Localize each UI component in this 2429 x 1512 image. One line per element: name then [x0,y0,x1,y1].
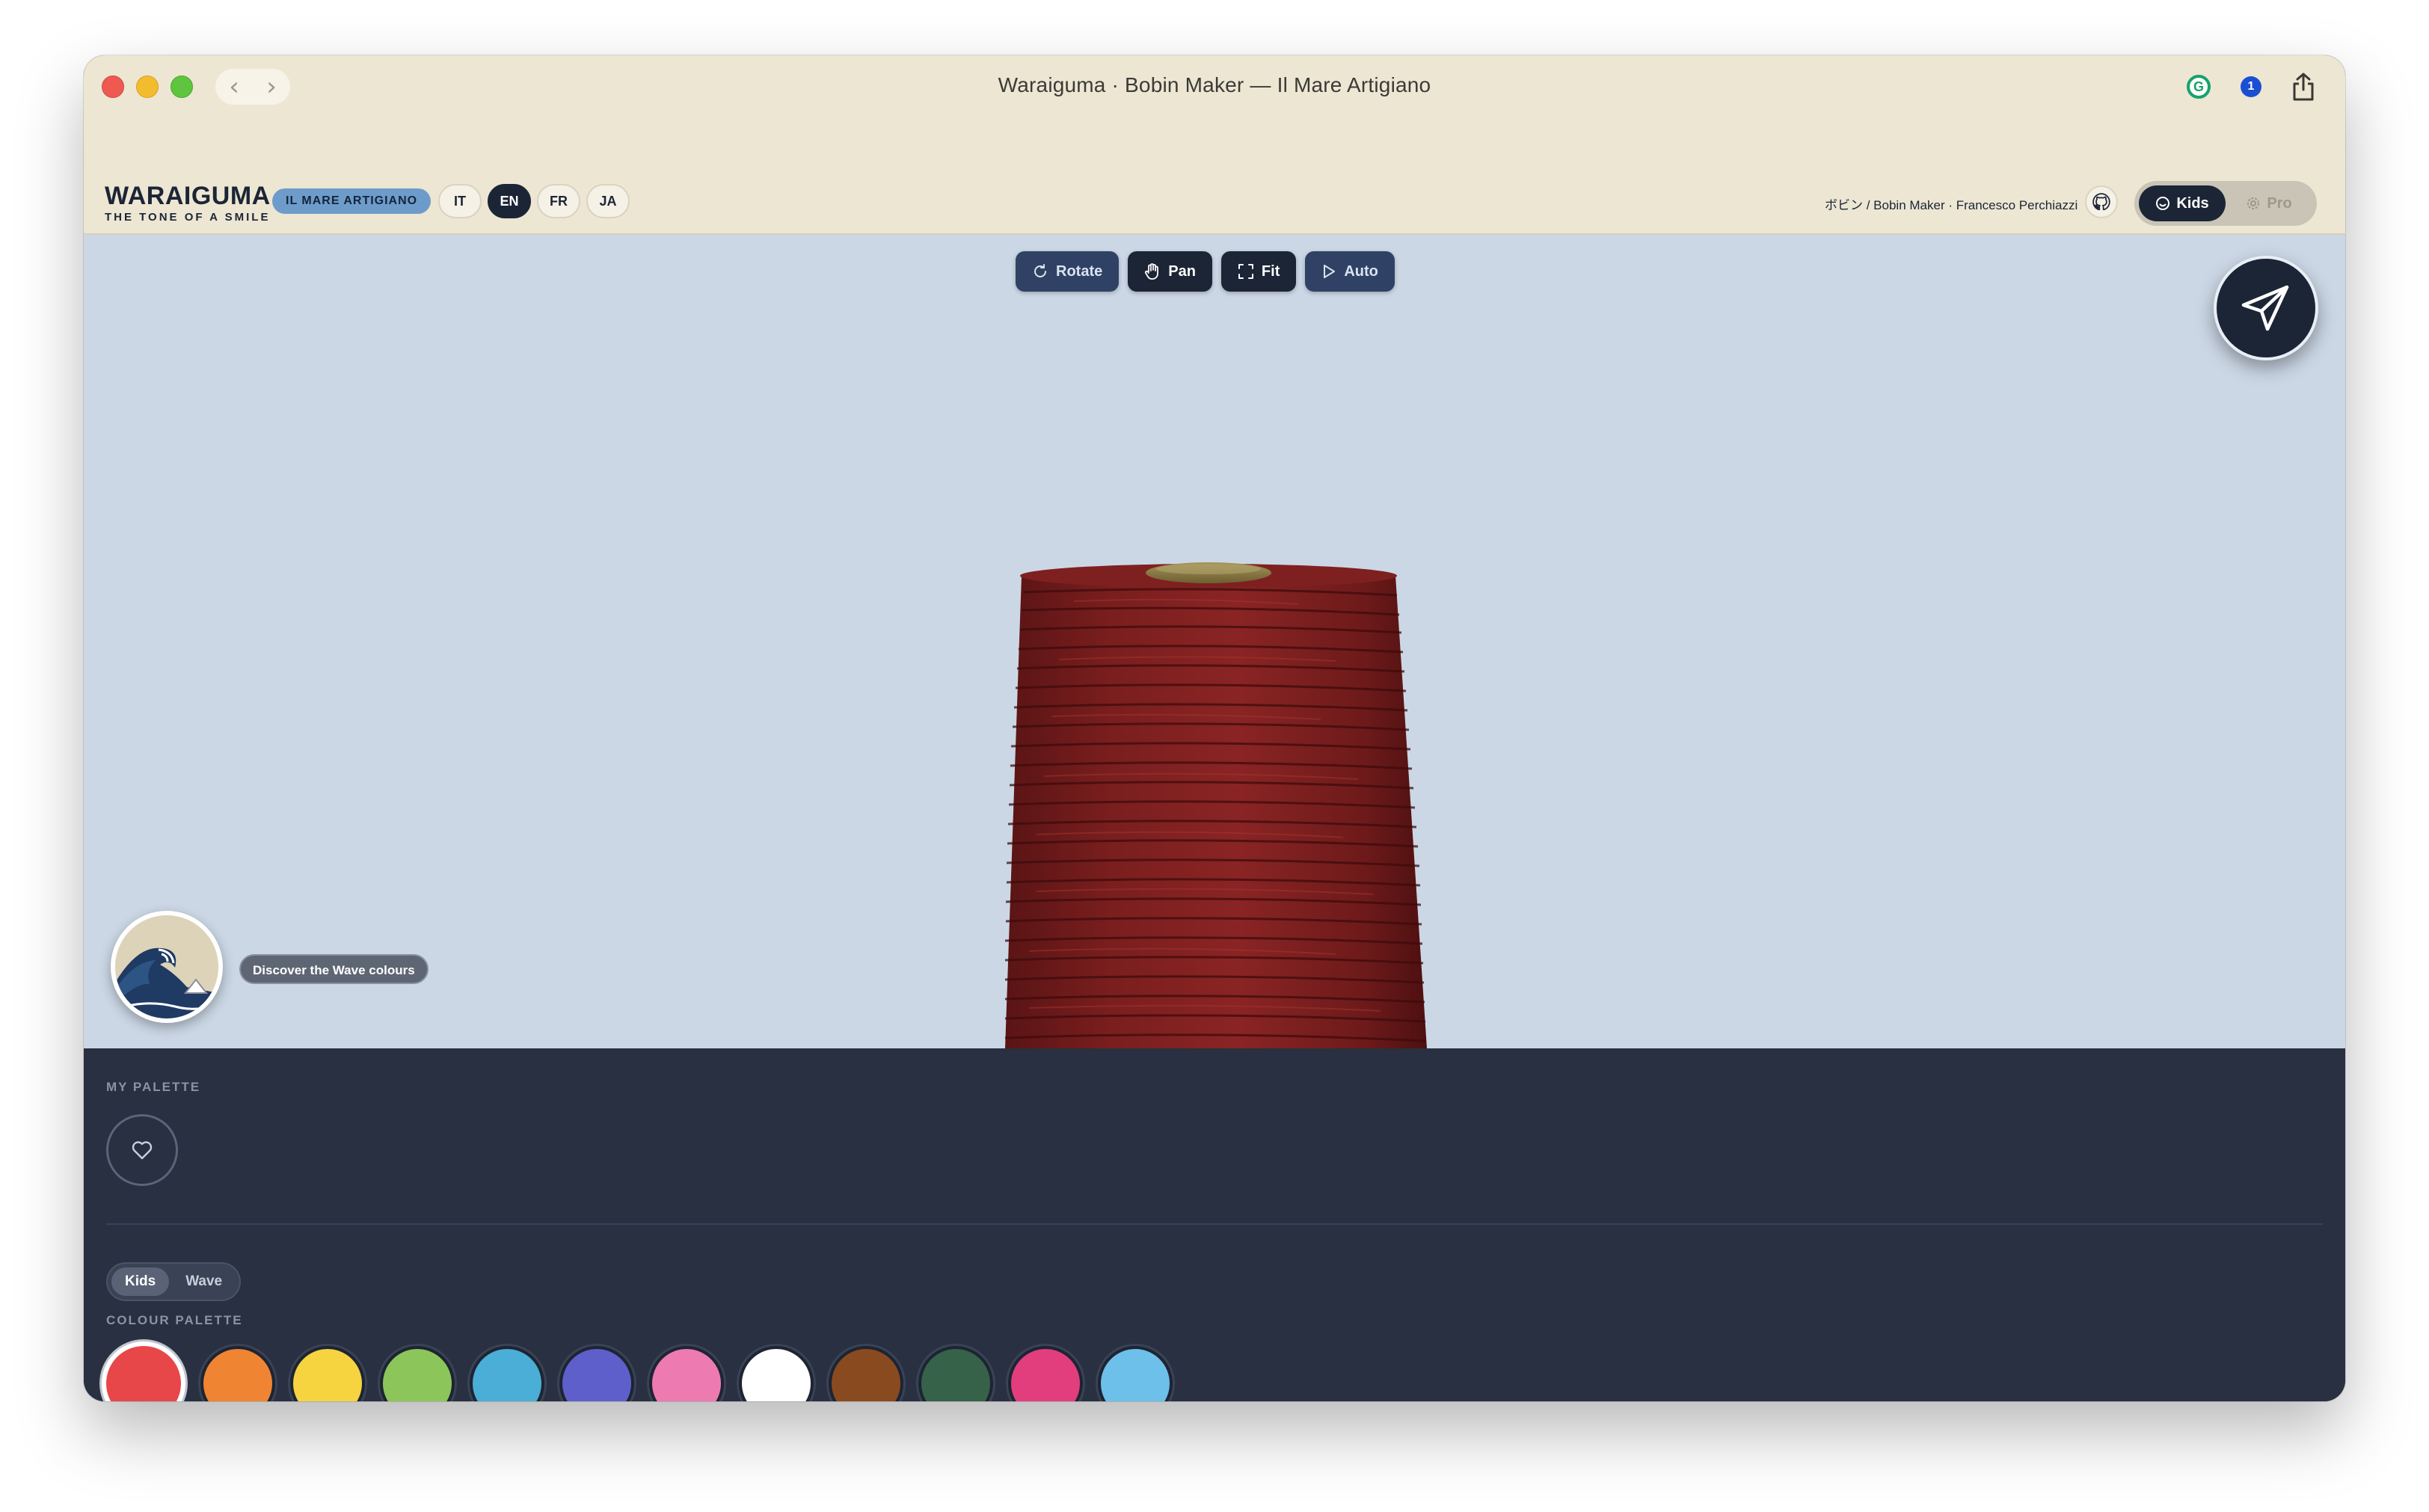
smile-icon [2156,197,2170,210]
share-icon [2293,73,2314,101]
window-title: Waraiguma · Bobin Maker — Il Mare Artigi… [998,73,1431,96]
auto-rotate-button[interactable]: Auto [1305,251,1395,292]
brand-logo[interactable]: WARAIGUMA THE TONE OF A SMILE [105,182,271,224]
grammarly-icon: G [2187,75,2211,99]
rotate-button[interactable]: Rotate [1016,251,1120,292]
grammarly-extension-button[interactable]: G [2181,69,2217,105]
mode-toggle: Kids Pro [2134,181,2317,226]
colour-swatch[interactable] [470,1346,544,1401]
fit-button[interactable]: Fit [1220,251,1297,292]
play-icon [1324,265,1336,278]
password-manager-icon: 1 [2241,76,2261,97]
colour-swatch[interactable] [290,1346,365,1401]
language-switcher: IT EN FR JA [438,184,630,218]
paper-plane-icon [2241,285,2289,331]
title-bar: ‹ › Waraiguma · Bobin Maker — Il Mare Ar… [84,55,2345,123]
pan-button[interactable]: Pan [1128,251,1212,292]
panel-divider [106,1223,2323,1225]
brand-title: WARAIGUMA [105,182,271,210]
gear-icon [2247,197,2260,209]
heart-icon [132,1141,153,1160]
colour-swatch[interactable] [1008,1346,1083,1401]
kids-mode-button[interactable]: Kids [2139,185,2226,221]
brand-subtitle: THE TONE OF A SMILE [105,211,271,224]
favourite-palette-button[interactable] [106,1114,178,1186]
app-header: WARAIGUMA THE TONE OF A SMILE IL MARE AR… [84,123,2345,235]
pan-label: Pan [1168,262,1196,280]
colour-swatch[interactable] [1098,1346,1173,1401]
lang-fr-button[interactable]: FR [537,184,580,218]
fullscreen-icon [1238,264,1253,279]
my-palette-heading: MY PALETTE [106,1080,201,1094]
colour-swatch[interactable] [739,1346,814,1401]
author-credit: ボビン / Bobin Maker · Francesco Perchiazzi [1825,198,2078,212]
rotate-icon [1034,264,1046,277]
pro-mode-button[interactable]: Pro [2226,185,2312,221]
github-icon [2092,193,2110,211]
colour-swatch[interactable] [559,1346,634,1401]
fit-label: Fit [1261,262,1280,280]
auto-label: Auto [1344,262,1378,280]
kids-mode-label: Kids [2176,194,2209,212]
view-toolbar: Rotate Pan Fit Auto [1016,251,1395,292]
share-button[interactable] [2285,69,2321,105]
github-link[interactable] [2085,185,2118,218]
colour-swatch[interactable] [102,1342,185,1401]
bobbin-model [1004,562,1427,1048]
great-wave-icon [115,915,218,1018]
colour-palette-heading: COLOUR PALETTE [106,1313,243,1327]
palette-source-toggle: Kids Wave [106,1262,242,1301]
send-button[interactable] [2214,256,2318,360]
colour-swatch[interactable] [649,1346,724,1401]
colour-swatches [102,1342,1173,1401]
wave-colours-button[interactable] [111,911,223,1023]
lang-ja-button[interactable]: JA [586,184,630,218]
pro-mode-label: Pro [2267,194,2292,212]
lang-en-button[interactable]: EN [488,184,531,218]
lang-it-button[interactable]: IT [438,184,482,218]
palette-panel: MY PALETTE Kids Wave COLOUR PALETTE [84,1048,2345,1401]
wave-colours-tooltip[interactable]: Discover the Wave colours [239,954,429,984]
palette-tab-wave[interactable]: Wave [172,1267,236,1296]
browser-window: ‹ › Waraiguma · Bobin Maker — Il Mare Ar… [84,55,2345,1401]
password-manager-extension-button[interactable]: 1 [2233,69,2269,105]
colour-swatch[interactable] [380,1346,455,1401]
colour-swatch[interactable] [829,1346,903,1401]
colour-swatch[interactable] [200,1346,275,1401]
colour-swatch[interactable] [918,1346,993,1401]
hand-icon [1145,263,1159,280]
3d-viewport[interactable]: Rotate Pan Fit Auto Discover the Wave co… [84,235,2345,1048]
collection-badge: IL MARE ARTIGIANO [272,188,432,214]
rotate-label: Rotate [1056,262,1103,280]
palette-tab-kids[interactable]: Kids [111,1267,170,1296]
